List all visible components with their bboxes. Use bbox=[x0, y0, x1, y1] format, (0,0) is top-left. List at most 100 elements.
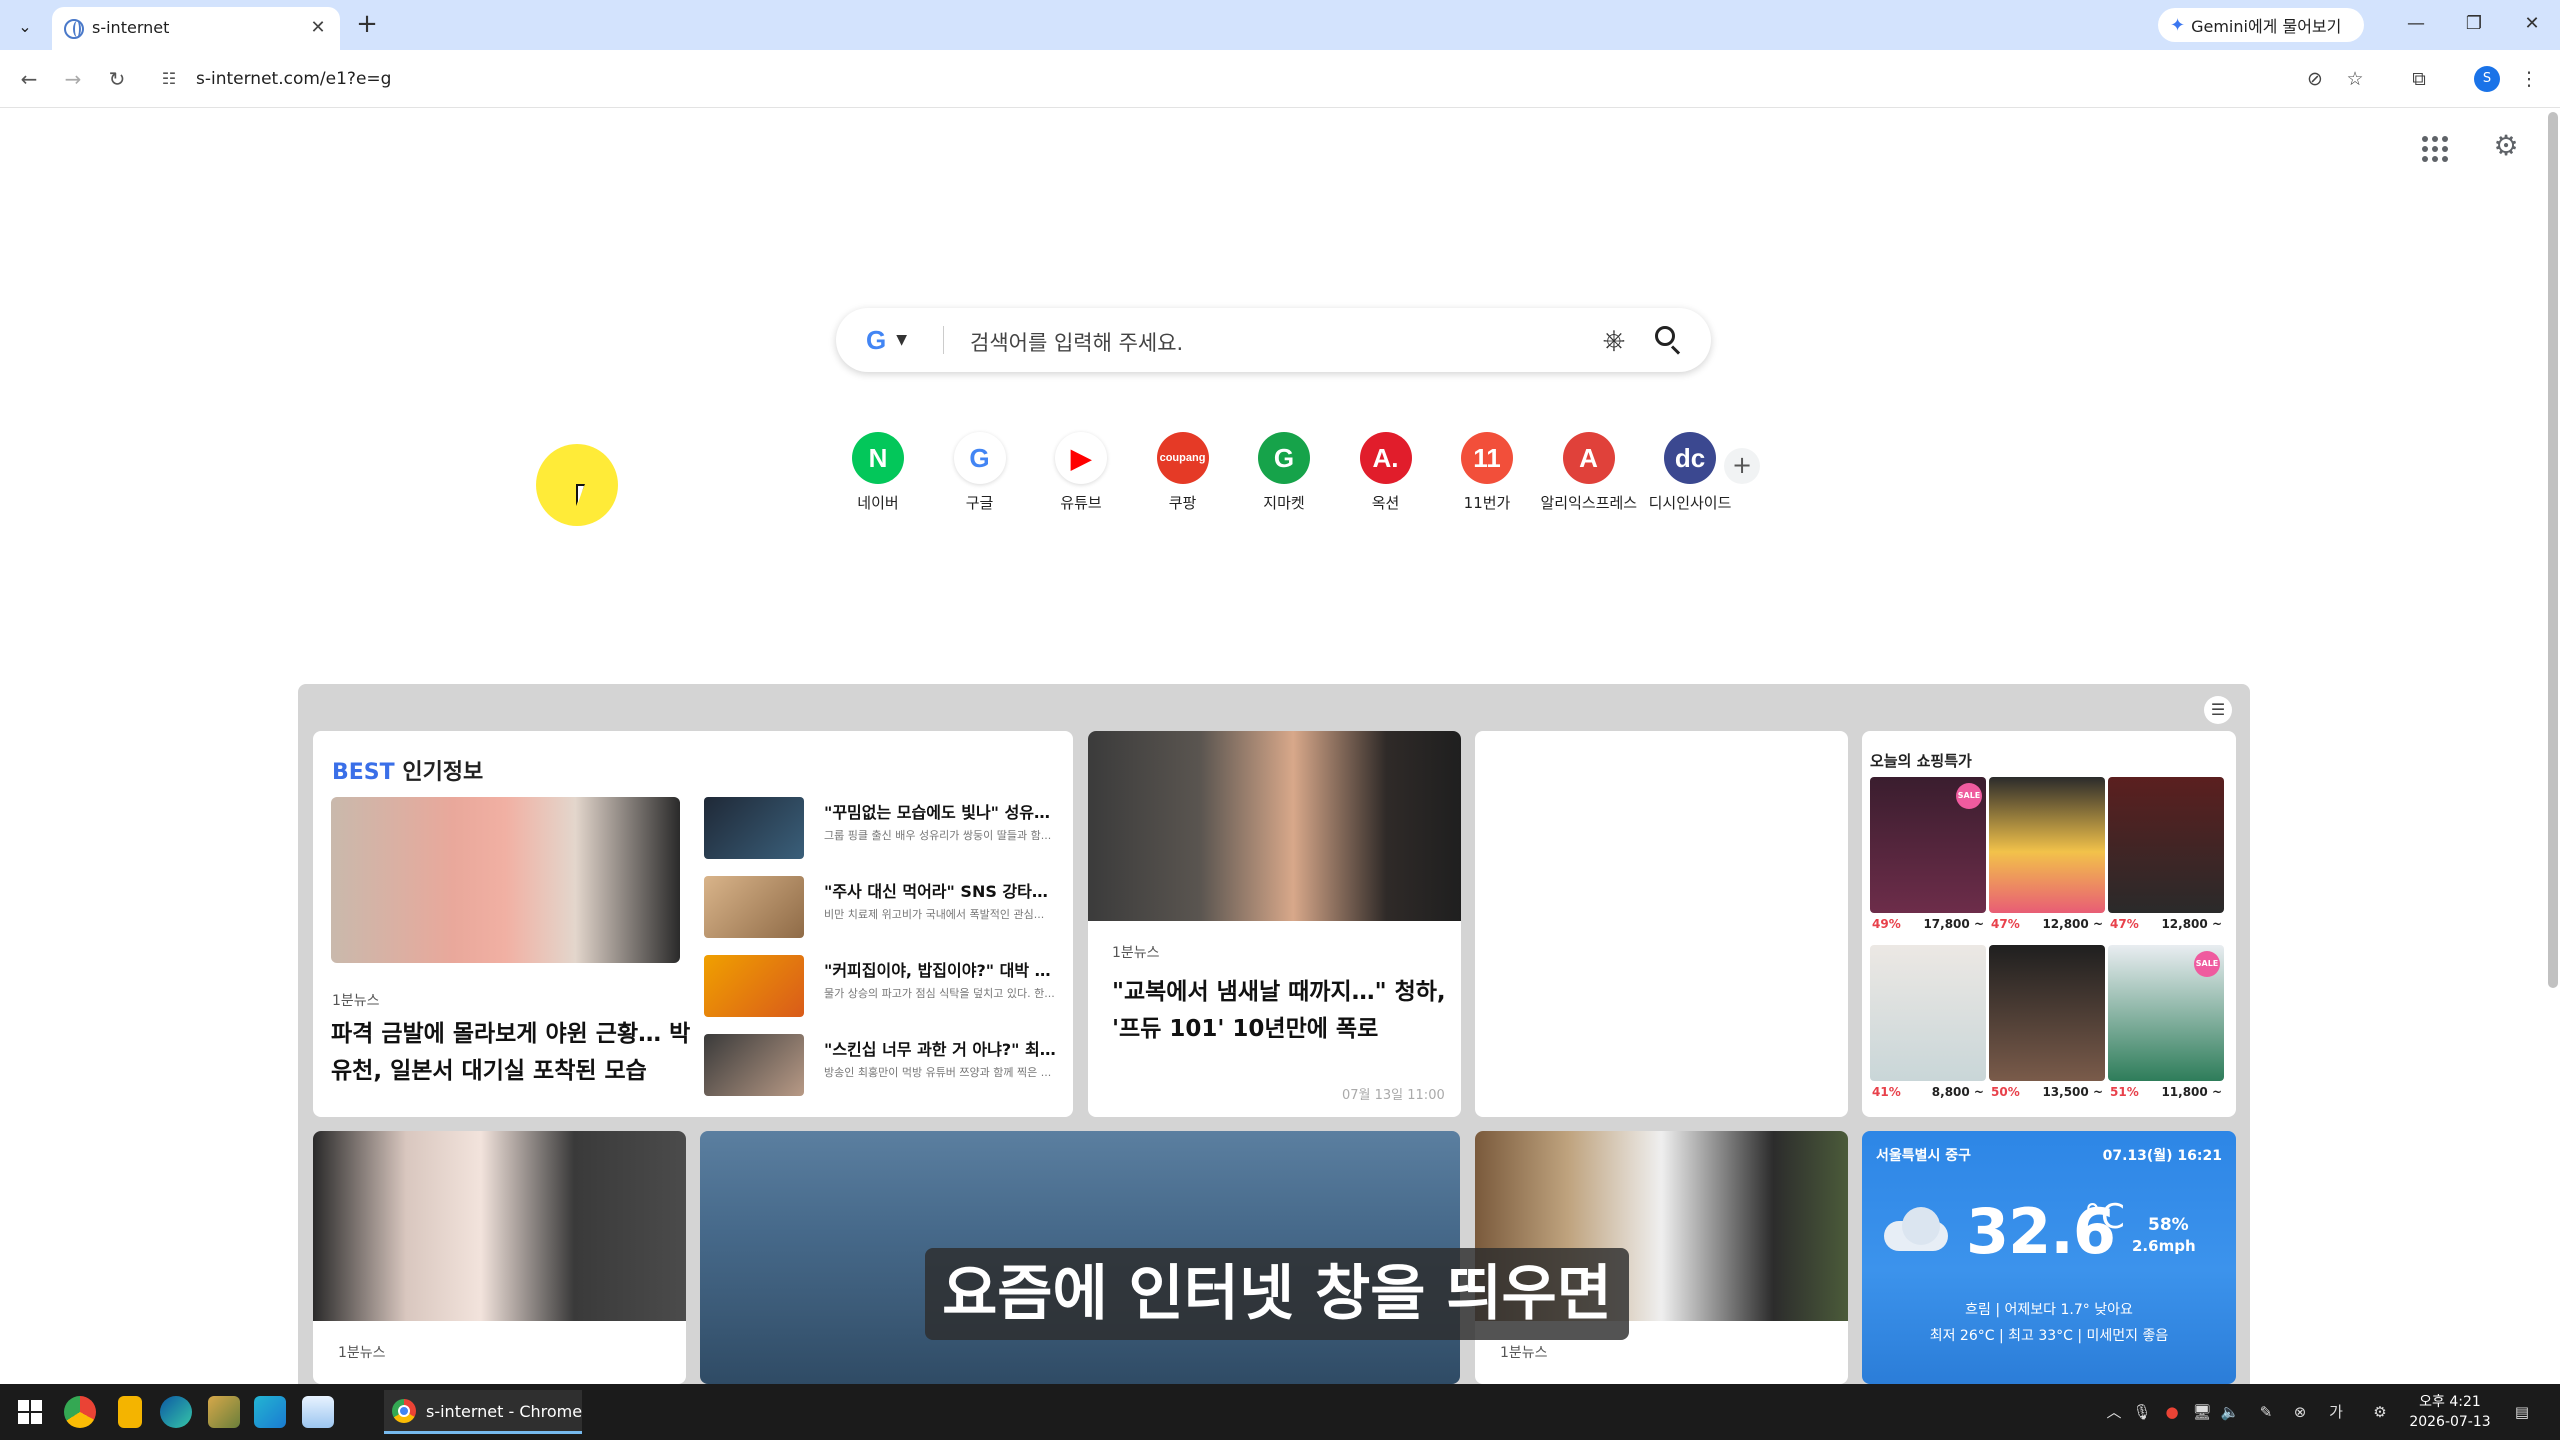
chrome-taskbar-icon[interactable] bbox=[64, 1396, 96, 1428]
windows-taskbar: s-internet - Chrome ︿ 🎙 ● 🖥 🔈 ✎ ⊗ 가 ⚙ 오후… bbox=[0, 1384, 2560, 1440]
weather-wind: 2.6mph bbox=[2132, 1237, 2196, 1255]
weather-condition: 흐림 | 어제보다 1.7° 낮아요 bbox=[1965, 1302, 2133, 1318]
search-icon[interactable] bbox=[1650, 322, 1686, 358]
shop-product[interactable]: 47% 12,800 ~ bbox=[1989, 777, 2105, 933]
minimize-button[interactable]: — bbox=[2392, 8, 2440, 40]
shop-product[interactable]: 41% 8,800 ~ bbox=[1870, 945, 1986, 1101]
shortcut-label: 쿠팡 bbox=[1168, 494, 1197, 512]
close-window-button[interactable]: ✕ bbox=[2508, 8, 2556, 40]
address-bar[interactable]: ☷ s-internet.com/e1?e=g bbox=[148, 58, 2388, 100]
tab-strip: ⌄ s-internet ✕ + ✦ Gemini에게 물어보기 — ❐ ✕ bbox=[0, 0, 2560, 50]
news-source-right: 1분뉴스 bbox=[1500, 1345, 1548, 1361]
shortcut-label: 지마켓 bbox=[1263, 494, 1305, 512]
shortcut-item[interactable]: dc 디시인사이드 bbox=[1642, 430, 1738, 520]
shortcut-item[interactable]: A 알리익스프레스 bbox=[1541, 430, 1637, 520]
shortcut-item[interactable]: A. 옥션 bbox=[1338, 430, 1434, 520]
tab-search-button[interactable]: ⌄ bbox=[10, 11, 40, 41]
product-discount: 47% bbox=[2110, 917, 2139, 931]
reload-button[interactable]: ↻ bbox=[102, 64, 132, 94]
extensions-icon[interactable]: ⧉ bbox=[2404, 64, 2434, 94]
site-info-icon[interactable]: ☷ bbox=[158, 68, 180, 90]
clock-time: 오후 4:21 bbox=[2419, 1394, 2481, 1410]
page-scrollbar[interactable] bbox=[2548, 112, 2558, 988]
taskbar-clock[interactable]: 오후 4:21 2026-07-13 bbox=[2398, 1392, 2502, 1432]
best-item-thumbnail bbox=[704, 876, 804, 938]
mouse-cursor-icon bbox=[576, 484, 585, 506]
shortcut-item[interactable]: G 지마켓 bbox=[1236, 430, 1332, 520]
shortcut-item[interactable]: 11 11번가 bbox=[1439, 430, 1535, 520]
shop-product[interactable]: SALE 49% 17,800 ~ bbox=[1870, 777, 1986, 933]
apps-grid-icon[interactable] bbox=[2418, 132, 2448, 162]
shortcut-icon: 11 bbox=[1461, 432, 1513, 484]
profile-avatar[interactable]: S bbox=[2474, 66, 2500, 92]
edge-taskbar-icon[interactable] bbox=[160, 1396, 192, 1428]
product-price: 8,800 ~ bbox=[1931, 1085, 1984, 1099]
shortcut-icon: coupang bbox=[1156, 432, 1209, 484]
shortcut-item[interactable]: G 구글 bbox=[932, 430, 1028, 520]
windows-start-icon[interactable] bbox=[18, 1400, 42, 1424]
best-item-snippet: 방송인 최홍만이 먹방 유튜버 쯔양과 함께 찍은 ... bbox=[824, 1066, 1052, 1079]
best-main-image[interactable] bbox=[331, 797, 680, 963]
product-price: 17,800 ~ bbox=[1923, 917, 1984, 931]
shopping-title: 오늘의 쇼핑특가 bbox=[1870, 752, 1972, 770]
shortcut-icon: dc bbox=[1664, 432, 1716, 484]
shop-product[interactable]: 50% 13,500 ~ bbox=[1989, 945, 2105, 1101]
best-list-item[interactable]: "커피집이야, 밥집이야?" 대박 터... 물가 상승의 파고가 점심 식탁을 … bbox=[704, 955, 1060, 1019]
restore-button[interactable]: ❐ bbox=[2450, 8, 2498, 40]
best-list-item[interactable]: "스킨십 너무 과한 거 아냐?" 최홍... 방송인 최홍만이 먹방 유튜버 쯔… bbox=[704, 1034, 1060, 1098]
weather-location: 서울특별시 중구 bbox=[1876, 1148, 1972, 1164]
notes-taskbar-icon[interactable] bbox=[118, 1396, 142, 1428]
weather-widget[interactable]: 서울특별시 중구 07.13(월) 16:21 32.6 °C 58% 2.6m… bbox=[1862, 1131, 2236, 1384]
feature-headline[interactable]: "교복에서 냄새날 때까지…" 청하, '프듀 101' 10년만에 폭로 bbox=[1112, 974, 1452, 1048]
weather-humidity: 58% bbox=[2148, 1215, 2189, 1235]
add-shortcut-button[interactable]: + bbox=[1724, 448, 1760, 484]
feature-card[interactable] bbox=[1088, 731, 1461, 1117]
shortcut-item[interactable]: ▶ 유튜브 bbox=[1033, 430, 1129, 520]
recycle-bin-taskbar-icon[interactable] bbox=[302, 1396, 334, 1428]
shop-product[interactable]: SALE 51% 11,800 ~ bbox=[2108, 945, 2224, 1101]
cloud-icon bbox=[1876, 1207, 1956, 1253]
chrome-window-taskbar-item[interactable]: s-internet - Chrome bbox=[384, 1390, 582, 1434]
new-tab-button[interactable]: + bbox=[352, 10, 382, 40]
google-logo-icon: G bbox=[866, 324, 887, 355]
product-image bbox=[1989, 945, 2105, 1081]
gemini-button[interactable]: ✦ Gemini에게 물어보기 bbox=[2158, 8, 2364, 42]
chatgpt-icon[interactable]: ⎈ bbox=[1596, 322, 1632, 358]
microphone-icon[interactable]: 🎙 bbox=[2132, 1402, 2152, 1422]
pen-icon[interactable]: ✎ bbox=[2256, 1402, 2276, 1422]
shop-product[interactable]: 47% 12,800 ~ bbox=[2108, 777, 2224, 933]
headline-line: 파격 금발에 몰라보게 야윈 근황… 박 bbox=[331, 1021, 691, 1047]
close-tab-icon[interactable]: ✕ bbox=[306, 16, 330, 40]
network-icon[interactable]: 🖥 bbox=[2192, 1402, 2212, 1422]
feed-settings-icon[interactable]: ☰ bbox=[2204, 696, 2232, 724]
product-price: 11,800 ~ bbox=[2161, 1085, 2222, 1099]
sale-badge-icon: SALE bbox=[1956, 783, 1982, 809]
weather-minmax: 최저 26°C | 최고 33°C | 미세먼지 좋음 bbox=[1929, 1328, 2169, 1344]
tracking-off-icon[interactable]: ⊘ bbox=[2300, 64, 2330, 94]
gear-icon[interactable]: ⚙ bbox=[2490, 130, 2522, 162]
ime-icon[interactable]: 가 bbox=[2326, 1402, 2346, 1422]
best-list-item[interactable]: "꾸밈없는 모습에도 빛나" 성유리, ... 그룹 핑클 출신 배우 성유리가 … bbox=[704, 797, 1060, 861]
back-button[interactable]: ← bbox=[14, 64, 44, 94]
forward-button[interactable]: → bbox=[58, 64, 88, 94]
active-tab[interactable]: s-internet ✕ bbox=[52, 7, 340, 50]
notification-icon[interactable]: ▤ bbox=[2512, 1402, 2532, 1422]
paint-taskbar-icon[interactable] bbox=[208, 1396, 240, 1428]
volume-icon[interactable]: 🔈 bbox=[2220, 1402, 2240, 1422]
search-engine-selector[interactable]: G ▼ bbox=[866, 324, 926, 356]
settings-tray-icon[interactable]: ⚙ bbox=[2370, 1402, 2390, 1422]
weather-unit: °C bbox=[2084, 1197, 2125, 1237]
best-list-item[interactable]: "주사 대신 먹어라" SNS 강타한 '... 비만 치료제 위고비가 국내에서… bbox=[704, 876, 1060, 940]
block-icon[interactable]: ⊗ bbox=[2290, 1402, 2310, 1422]
shortcut-item[interactable]: coupang 쿠팡 bbox=[1135, 430, 1231, 520]
shortcut-label: 알리익스프레스 bbox=[1540, 494, 1638, 512]
search-box[interactable]: G ▼ 검색어를 입력해 주세요. ⎈ bbox=[836, 308, 1711, 372]
best-main-headline[interactable]: 파격 금발에 몰라보게 야윈 근황… 박 유천, 일본서 대기실 포착된 모습 bbox=[331, 1016, 691, 1090]
shortcut-item[interactable]: N 네이버 bbox=[830, 430, 926, 520]
menu-dots-icon[interactable]: ⋮ bbox=[2514, 64, 2544, 94]
record-icon[interactable]: ● bbox=[2162, 1402, 2182, 1422]
tray-chevron-icon[interactable]: ︿ bbox=[2104, 1402, 2124, 1422]
bird-app-taskbar-icon[interactable] bbox=[254, 1396, 286, 1428]
search-input[interactable]: 검색어를 입력해 주세요. bbox=[970, 327, 1183, 357]
bookmark-star-icon[interactable]: ☆ bbox=[2340, 64, 2370, 94]
